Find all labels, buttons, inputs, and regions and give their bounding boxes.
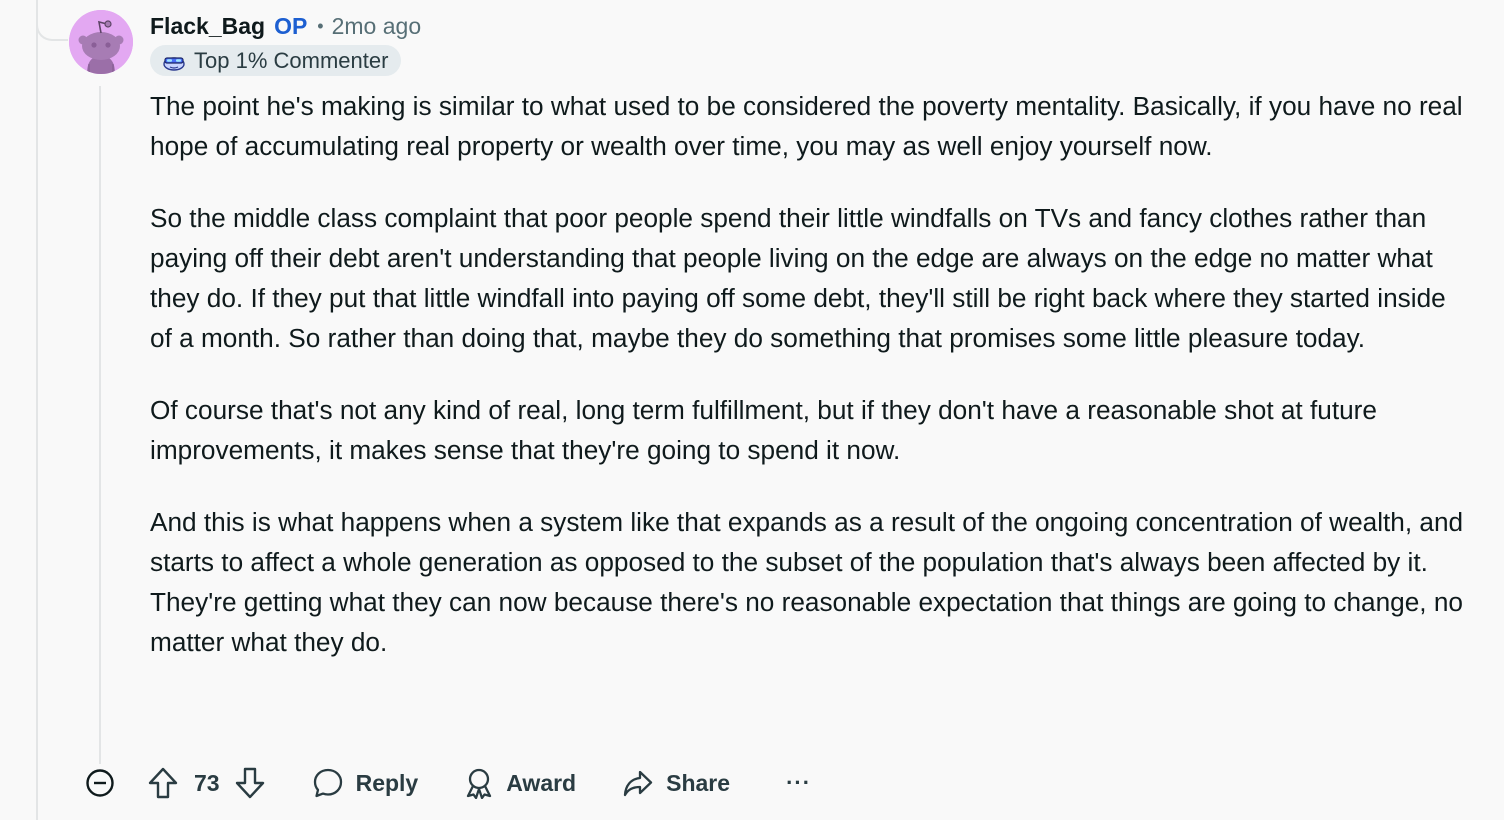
comment-paragraph: And this is what happens when a system l… — [150, 507, 1464, 657]
collapse-minus-icon — [86, 769, 114, 797]
collapse-button[interactable] — [84, 767, 116, 799]
upvote-button[interactable] — [147, 766, 179, 800]
comment-body: The point he's making is similar to what… — [150, 86, 1470, 694]
top-commenter-badge-icon — [162, 51, 186, 71]
award-label: Award — [506, 769, 577, 796]
comment-thread-line[interactable] — [99, 86, 101, 764]
thread-connector — [36, 0, 68, 41]
vote-group: 73 — [147, 766, 266, 800]
comment-paragraph: The point he's making is similar to what… — [150, 91, 1463, 161]
speech-bubble-icon — [313, 768, 342, 798]
award-button[interactable]: Award — [464, 767, 576, 799]
share-arrow-icon — [623, 770, 653, 797]
user-flair: Top 1% Commenter — [150, 45, 402, 76]
share-button[interactable]: Share — [622, 768, 730, 798]
reply-button[interactable]: Reply — [312, 767, 419, 799]
comment-paragraph: So the middle class complaint that poor … — [150, 203, 1446, 353]
downvote-arrow-icon — [235, 767, 264, 799]
avatar[interactable] — [69, 10, 133, 74]
comment-paragraph: Of course that's not any kind of real, l… — [150, 395, 1377, 465]
vote-score: 73 — [194, 769, 220, 796]
share-label: Share — [666, 769, 731, 796]
comment-container: Flack_Bag OP • 2mo ago Top 1% Commenter … — [0, 0, 1504, 820]
reply-label: Reply — [355, 769, 419, 796]
meta-separator: • — [317, 15, 324, 36]
more-options-button[interactable]: ··· — [786, 770, 811, 796]
flair-label: Top 1% Commenter — [194, 47, 389, 73]
upvote-arrow-icon — [148, 767, 178, 799]
username-link[interactable]: Flack_Bag — [150, 13, 265, 40]
parent-thread-line[interactable] — [36, 0, 38, 820]
timestamp[interactable]: 2mo ago — [332, 13, 422, 40]
award-ribbon-icon — [467, 768, 492, 799]
op-badge: OP — [274, 12, 308, 39]
comment-meta: Flack_Bag OP • 2mo ago — [150, 10, 421, 42]
snoo-avatar-icon — [69, 10, 133, 74]
downvote-button[interactable] — [234, 766, 266, 800]
comment-action-bar: 73 Reply Award Share ··· — [84, 762, 811, 804]
